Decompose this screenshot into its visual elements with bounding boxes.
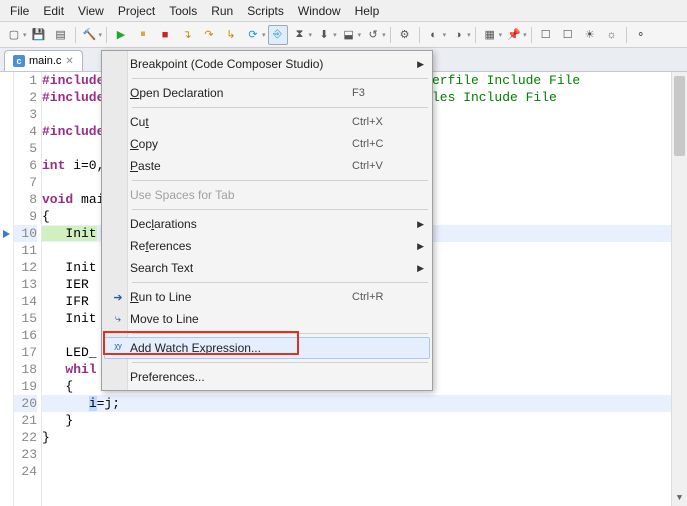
step-over-icon[interactable]: ↷ <box>199 25 219 45</box>
c-file-icon: c <box>13 55 25 67</box>
save-icon[interactable]: 💾 <box>29 25 49 45</box>
pause-icon[interactable]: ⏸ <box>133 25 153 45</box>
cm-breakpoint[interactable]: Breakpoint (Code Composer Studio) ▶ <box>104 53 430 75</box>
menu-run[interactable]: Run <box>205 2 239 20</box>
cm-open-declaration[interactable]: Open Declaration F3 <box>104 82 430 104</box>
cm-declarations[interactable]: Declarations ▶ <box>104 213 430 235</box>
step-out-icon[interactable]: ↳ <box>221 25 241 45</box>
save-all-icon[interactable]: ▤ <box>51 25 71 45</box>
reset-icon[interactable]: ↺ <box>363 25 383 45</box>
new-icon[interactable]: ▢ <box>4 25 24 45</box>
move-to-line-icon: ⤷ <box>106 309 130 329</box>
menu-file[interactable]: File <box>4 2 35 20</box>
run-to-line-icon: ➔ <box>106 287 130 307</box>
cm-preferences[interactable]: Preferences... <box>104 366 430 388</box>
scroll-down-icon[interactable]: ▼ <box>672 490 687 506</box>
marker-column[interactable] <box>0 72 14 506</box>
close-tab-icon[interactable]: ✕ <box>65 56 73 67</box>
cm-add-watch-expression[interactable]: ᵡʸ Add Watch Expression... <box>104 337 430 359</box>
comment-text: erfile Include File <box>432 72 580 89</box>
grid-icon[interactable]: ▦ <box>480 25 500 45</box>
vertical-scrollbar[interactable]: ▲ ▼ <box>671 72 687 506</box>
menu-tools[interactable]: Tools <box>163 2 203 20</box>
menu-edit[interactable]: Edit <box>37 2 70 20</box>
cm-run-to-line[interactable]: ➔ Run to Line Ctrl+R <box>104 286 430 308</box>
watch-icon: ᵡʸ <box>106 338 130 358</box>
cm-copy[interactable]: Copy Ctrl+C <box>104 133 430 155</box>
toggle2-icon[interactable]: ☐ <box>558 25 578 45</box>
toolbar: ▢▾ 💾 ▤ 🔨▾ ▶ ⏸ ■ ↴ ↷ ↳ ⟳▾ ⎆ ⧗▾ ⬇▾ ⬓▾ ↺▾ ⚙… <box>0 22 687 48</box>
cm-search-text[interactable]: Search Text ▶ <box>104 257 430 279</box>
extra2-icon[interactable]: ☼ <box>602 25 622 45</box>
extra3-icon[interactable]: ⚬ <box>631 25 651 45</box>
extra1-icon[interactable]: ☀ <box>580 25 600 45</box>
menu-bar: File Edit View Project Tools Run Scripts… <box>0 0 687 22</box>
comment-text-2: les Include File <box>432 89 557 106</box>
menu-window[interactable]: Window <box>292 2 347 20</box>
clock-icon[interactable]: ⧗ <box>290 25 310 45</box>
toggle1-icon[interactable]: ☐ <box>536 25 556 45</box>
cm-paste[interactable]: Paste Ctrl+V <box>104 155 430 177</box>
context-menu: Breakpoint (Code Composer Studio) ▶ Open… <box>101 50 433 391</box>
chip-icon[interactable]: ⚙ <box>395 25 415 45</box>
action2-icon[interactable]: ◑ <box>448 25 468 45</box>
menu-view[interactable]: View <box>72 2 110 20</box>
tab-label: main.c <box>29 55 61 67</box>
cm-references[interactable]: References ▶ <box>104 235 430 257</box>
asm-step-icon[interactable]: ⎆ <box>268 25 288 45</box>
load-icon[interactable]: ⬇ <box>314 25 334 45</box>
pin-icon[interactable]: 📌 <box>504 25 524 45</box>
cm-cut[interactable]: Cut Ctrl+X <box>104 111 430 133</box>
stop-icon[interactable]: ■ <box>155 25 175 45</box>
tab-main-c[interactable]: c main.c ✕ <box>4 50 83 71</box>
scroll-thumb[interactable] <box>674 76 685 156</box>
line-numbers: 123456789 10 111213141516171819 20 21222… <box>14 72 42 506</box>
build-icon[interactable]: 🔨 <box>80 25 100 45</box>
resume-icon[interactable]: ▶ <box>111 25 131 45</box>
instruction-pointer-icon <box>3 230 10 238</box>
menu-project[interactable]: Project <box>112 2 161 20</box>
memory-icon[interactable]: ⬓ <box>339 25 359 45</box>
action1-icon[interactable]: ◐ <box>424 25 444 45</box>
step-into-icon[interactable]: ↴ <box>177 25 197 45</box>
menu-scripts[interactable]: Scripts <box>241 2 290 20</box>
cm-use-spaces: Use Spaces for Tab <box>104 184 430 206</box>
cm-move-to-line[interactable]: ⤷ Move to Line <box>104 308 430 330</box>
menu-help[interactable]: Help <box>349 2 386 20</box>
restart-icon[interactable]: ⟳ <box>243 25 263 45</box>
